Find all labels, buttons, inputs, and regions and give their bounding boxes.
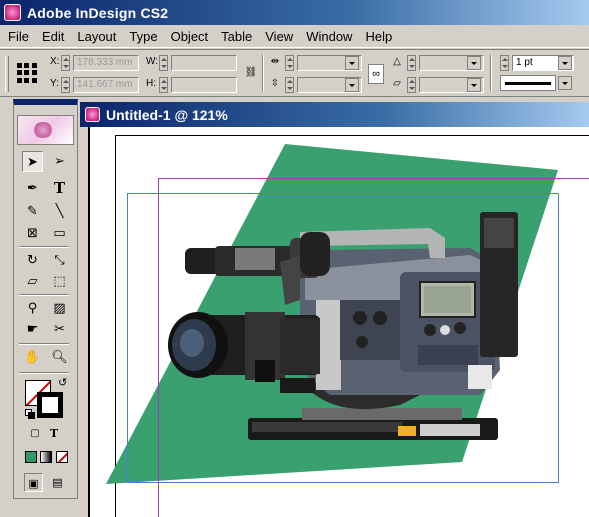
column-guide	[127, 193, 559, 483]
